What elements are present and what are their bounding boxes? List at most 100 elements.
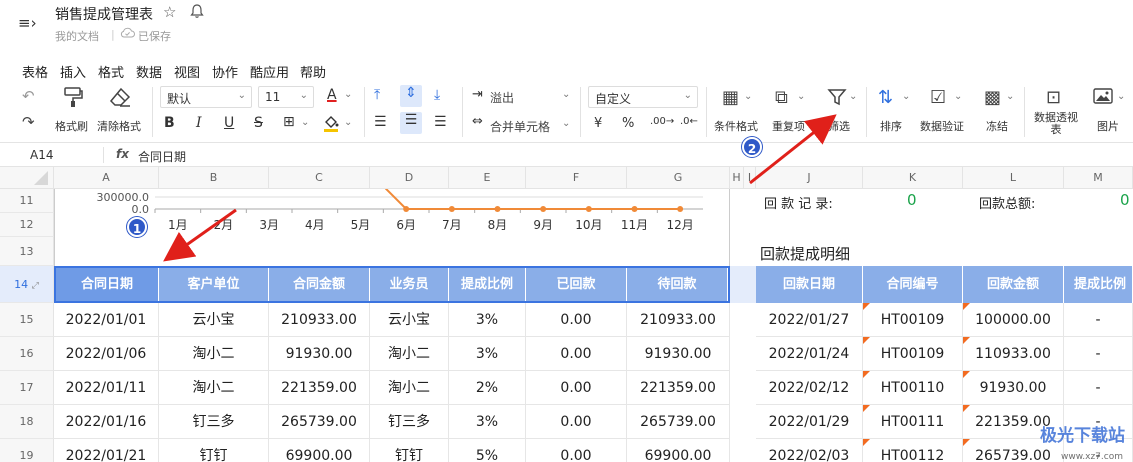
validation-icon[interactable]: ☑: [930, 87, 946, 108]
fill-color-icon[interactable]: [322, 114, 340, 136]
chevron-down-icon[interactable]: ⌄: [902, 91, 910, 102]
menu-table[interactable]: 表格: [22, 62, 48, 81]
chevron-down-icon[interactable]: ⌄: [1117, 91, 1125, 102]
menu-data[interactable]: 数据: [136, 62, 162, 81]
row-header-19[interactable]: 19: [0, 439, 54, 462]
column-header-b[interactable]: B: [159, 167, 269, 189]
format-painter-label[interactable]: 格式刷: [55, 118, 88, 134]
row-header-18[interactable]: 18: [0, 405, 54, 439]
column-header-e[interactable]: E: [449, 167, 526, 189]
header-payment-amount[interactable]: 回款金额: [963, 266, 1064, 303]
menu-insert[interactable]: 插入: [60, 62, 86, 81]
cell-contract-amount[interactable]: 69900.00: [269, 439, 370, 462]
cell-received[interactable]: 0.00: [526, 371, 627, 405]
cell-client[interactable]: 钉三多: [159, 405, 269, 439]
cell-right-payment-date[interactable]: 2022/01/27: [756, 303, 863, 337]
sort-label[interactable]: 排序: [880, 118, 902, 134]
cell-commission-rate[interactable]: 3%: [449, 337, 526, 371]
format-painter-icon[interactable]: [62, 86, 84, 113]
cell-pending[interactable]: 221359.00: [627, 371, 730, 405]
conditional-format-label[interactable]: 条件格式: [714, 118, 758, 134]
cell-received[interactable]: 0.00: [526, 303, 627, 337]
header-contract-no[interactable]: 合同编号: [863, 266, 963, 303]
column-header-a[interactable]: A: [54, 167, 159, 189]
column-header-c[interactable]: C: [269, 167, 370, 189]
cell-commission-rate[interactable]: 2%: [449, 371, 526, 405]
cell-client[interactable]: 淘小二: [159, 337, 269, 371]
menu-format[interactable]: 格式: [98, 62, 124, 81]
row-header-15[interactable]: 15: [0, 303, 54, 337]
menu-cool-apps[interactable]: 酷应用: [250, 62, 289, 81]
cell-right-contract-no[interactable]: HT00111: [863, 405, 963, 439]
header-client[interactable]: 客户单位: [159, 268, 269, 301]
currency-icon[interactable]: ¥: [594, 116, 602, 131]
duplicates-icon[interactable]: ⧉: [775, 87, 788, 108]
chevron-down-icon[interactable]: ⌄: [797, 91, 805, 102]
underline-icon[interactable]: U: [224, 115, 234, 131]
row-header-11[interactable]: 11: [0, 189, 54, 213]
clear-format-label[interactable]: 清除格式: [97, 118, 141, 134]
cell-right-contract-no[interactable]: HT00112: [863, 439, 963, 462]
font-family-select[interactable]: 默认 ⌄: [160, 86, 252, 108]
cell-received[interactable]: 0.00: [526, 405, 627, 439]
row-header-13[interactable]: 13: [0, 237, 54, 266]
pivot-table-label[interactable]: 数据透视表: [1033, 112, 1079, 136]
percent-icon[interactable]: %: [622, 116, 634, 131]
align-bottom-icon[interactable]: ⤓: [434, 87, 440, 103]
align-right-icon[interactable]: ☰: [434, 114, 447, 130]
chevron-down-icon[interactable]: ⌄: [344, 89, 352, 100]
cell-right-payment-date[interactable]: 2022/02/12: [756, 371, 863, 405]
column-header-d[interactable]: D: [370, 167, 449, 189]
header-received[interactable]: 已回款: [526, 268, 627, 301]
cell-right-commission-rate[interactable]: -: [1064, 303, 1133, 337]
menu-view[interactable]: 视图: [174, 62, 200, 81]
menu-help[interactable]: 帮助: [300, 62, 326, 81]
row-header-16[interactable]: 16: [0, 337, 54, 371]
column-header-l[interactable]: L: [963, 167, 1064, 189]
header-pending[interactable]: 待回款: [627, 268, 728, 301]
cell-client[interactable]: 淘小二: [159, 371, 269, 405]
chevron-down-icon[interactable]: ⌄: [1006, 91, 1014, 102]
overflow-label[interactable]: 溢出: [490, 89, 514, 106]
chevron-down-icon[interactable]: ⌄: [344, 117, 352, 128]
eraser-icon[interactable]: [108, 86, 132, 113]
font-color-icon[interactable]: A: [327, 87, 337, 103]
merge-cells-icon[interactable]: ⇔: [472, 114, 483, 129]
column-header-m[interactable]: M: [1064, 167, 1133, 189]
validation-label[interactable]: 数据验证: [920, 118, 964, 134]
image-label[interactable]: 图片: [1097, 118, 1119, 134]
strikethrough-icon[interactable]: S: [254, 115, 263, 131]
cell-salesperson[interactable]: 云小宝: [370, 303, 449, 337]
formula-input[interactable]: 合同日期: [138, 148, 186, 165]
cell-contract-amount[interactable]: 210933.00: [269, 303, 370, 337]
fx-icon[interactable]: fx: [116, 147, 129, 161]
cell-right-commission-rate[interactable]: -: [1064, 371, 1133, 405]
cell-salesperson[interactable]: 淘小二: [370, 371, 449, 405]
header-salesperson[interactable]: 业务员: [370, 268, 449, 301]
freeze-icon[interactable]: ▩: [984, 87, 1001, 108]
cell-received[interactable]: 0.00: [526, 337, 627, 371]
undo-icon[interactable]: ↶: [22, 87, 35, 105]
chevron-down-icon[interactable]: ⌄: [562, 89, 570, 100]
row-header-12[interactable]: 12: [0, 213, 54, 237]
cell-right-contract-no[interactable]: HT00109: [863, 337, 963, 371]
cell-commission-rate[interactable]: 3%: [449, 303, 526, 337]
cell-pending[interactable]: 91930.00: [627, 337, 730, 371]
breadcrumb[interactable]: 我的文档: [55, 28, 99, 44]
chevron-down-icon[interactable]: ⌄: [849, 91, 857, 102]
align-center-icon[interactable]: ☰: [400, 112, 422, 134]
cell-contract-amount[interactable]: 221359.00: [269, 371, 370, 405]
sort-icon[interactable]: ⇅: [878, 87, 893, 108]
cell-salesperson[interactable]: 钉钉: [370, 439, 449, 462]
chevron-down-icon[interactable]: ⌄: [562, 118, 570, 129]
column-header-j[interactable]: J: [756, 167, 863, 189]
cell-client[interactable]: 钉钉: [159, 439, 269, 462]
cell-right-payment-date[interactable]: 2022/02/03: [756, 439, 863, 462]
cell-commission-rate[interactable]: 5%: [449, 439, 526, 462]
overflow-icon[interactable]: ⇥: [472, 87, 483, 102]
decrease-decimal-icon[interactable]: .0←: [680, 116, 698, 127]
cell-client[interactable]: 云小宝: [159, 303, 269, 337]
cell-right-commission-rate[interactable]: -: [1064, 337, 1133, 371]
cell-contract-date[interactable]: 2022/01/21: [54, 439, 159, 462]
cell-commission-rate[interactable]: 3%: [449, 405, 526, 439]
